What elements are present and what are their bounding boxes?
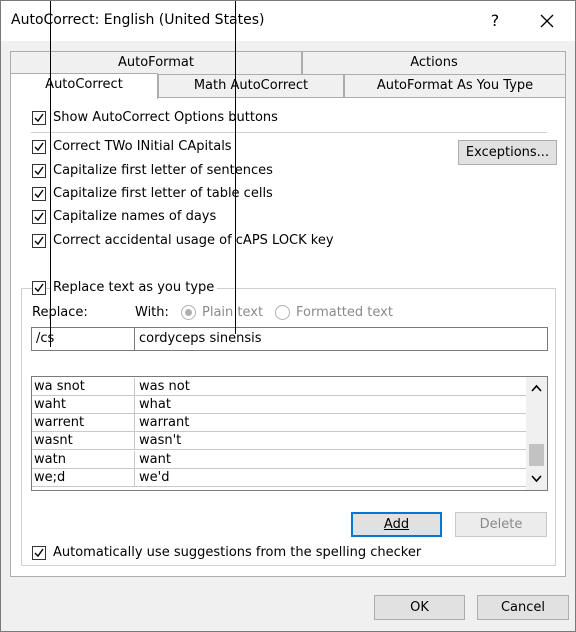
- list-item[interactable]: warrent warrant: [32, 414, 526, 432]
- column-divider: [134, 378, 135, 396]
- title-bar[interactable]: AutoCorrect: English (United States) ?: [1, 1, 575, 41]
- entry-with: warrant: [139, 415, 190, 430]
- scroll-down-button[interactable]: [526, 471, 547, 488]
- chevron-down-icon: [531, 475, 542, 483]
- replacements-list[interactable]: wa snot was not waht what warrent warran…: [31, 376, 548, 491]
- checkmark-icon: [34, 548, 44, 558]
- first-letter-table-checkbox[interactable]: [32, 187, 46, 201]
- entry-replace: waht: [34, 397, 66, 412]
- formatted-text-radio[interactable]: [275, 305, 290, 320]
- checkmark-icon: [34, 113, 44, 123]
- first-letter-table-label: Capitalize first letter of table cells: [53, 186, 273, 201]
- delete-button[interactable]: Delete: [455, 512, 547, 537]
- caps-lock-label: Correct accidental usage of cAPS LOCK ke…: [53, 233, 334, 248]
- replace-label: Replace:: [32, 305, 88, 320]
- close-icon: [540, 14, 554, 28]
- list-item[interactable]: watn want: [32, 451, 526, 469]
- two-initial-caps-label: Correct TWo INitial CApitals: [53, 139, 232, 154]
- plain-text-radio[interactable]: [181, 305, 196, 320]
- with-label: With:: [135, 305, 169, 320]
- close-button[interactable]: [531, 7, 563, 35]
- replace-input[interactable]: /cs: [31, 327, 135, 351]
- entry-with: want: [139, 452, 171, 467]
- checkmark-icon: [34, 166, 44, 176]
- scroll-thumb[interactable]: [529, 444, 544, 466]
- list-scrollbar[interactable]: [526, 377, 547, 490]
- caps-lock-checkbox[interactable]: [32, 234, 46, 248]
- entry-with: was not: [139, 379, 190, 394]
- checkmark-icon: [34, 236, 44, 246]
- two-initial-caps-checkbox[interactable]: [32, 140, 46, 154]
- autocorrect-dialog: AutoCorrect: English (United States) ? A…: [0, 0, 576, 632]
- names-of-days-label: Capitalize names of days: [53, 209, 217, 224]
- first-letter-sentences-label: Capitalize first letter of sentences: [53, 163, 273, 178]
- first-letter-sentences-checkbox[interactable]: [32, 164, 46, 178]
- spelling-suggestions-label: Automatically use suggestions from the s…: [53, 545, 422, 560]
- exceptions-button[interactable]: Exceptions...: [458, 140, 557, 165]
- chevron-up-icon: [531, 384, 542, 392]
- cancel-button[interactable]: Cancel: [477, 595, 569, 620]
- tab-autoformat[interactable]: AutoFormat: [10, 51, 302, 74]
- entry-replace: wa snot: [34, 379, 85, 394]
- entry-replace: we;d: [34, 470, 66, 485]
- plain-text-label: Plain text: [202, 305, 264, 320]
- replace-as-you-type-checkbox[interactable]: [32, 281, 46, 295]
- checkmark-icon: [34, 189, 44, 199]
- tab-autoformat-as-you-type[interactable]: AutoFormat As You Type: [344, 74, 566, 97]
- column-divider: [134, 451, 135, 469]
- spelling-suggestions-checkbox[interactable]: [32, 546, 46, 560]
- show-options-label: Show AutoCorrect Options buttons: [53, 110, 278, 125]
- checkmark-icon: [34, 283, 44, 293]
- tab-math-autocorrect[interactable]: Math AutoCorrect: [158, 74, 344, 97]
- separator: [31, 132, 547, 133]
- entry-replace: warrent: [34, 415, 85, 430]
- names-of-days-checkbox[interactable]: [32, 210, 46, 224]
- replace-as-you-type-label: Replace text as you type: [50, 280, 218, 295]
- entry-with: what: [139, 397, 171, 412]
- entry-with: wasn't: [139, 433, 182, 448]
- add-button-label: Add: [383, 517, 410, 532]
- scroll-up-button[interactable]: [526, 379, 547, 396]
- show-options-checkbox[interactable]: [32, 111, 46, 125]
- with-input[interactable]: cordyceps sinensis: [134, 327, 548, 351]
- help-button[interactable]: ?: [483, 9, 507, 33]
- checkmark-icon: [34, 212, 44, 222]
- tab-actions[interactable]: Actions: [302, 51, 566, 74]
- entry-with: we'd: [139, 470, 170, 485]
- list-item[interactable]: we;d we'd: [32, 469, 526, 487]
- column-divider: [134, 432, 135, 450]
- callout-line: [235, 1, 236, 334]
- add-button[interactable]: Add: [351, 512, 442, 537]
- formatted-text-label: Formatted text: [296, 305, 393, 320]
- column-divider: [134, 469, 135, 487]
- ok-button[interactable]: OK: [374, 595, 465, 620]
- column-divider: [134, 414, 135, 432]
- checkmark-icon: [34, 142, 44, 152]
- entry-replace: wasnt: [34, 433, 73, 448]
- tab-autocorrect[interactable]: AutoCorrect: [10, 73, 158, 99]
- list-item[interactable]: wasnt wasn't: [32, 432, 526, 450]
- entry-replace: watn: [34, 452, 66, 467]
- callout-line: [50, 1, 51, 347]
- list-item[interactable]: waht what: [32, 396, 526, 414]
- list-item[interactable]: wa snot was not: [32, 378, 526, 396]
- column-divider: [134, 396, 135, 414]
